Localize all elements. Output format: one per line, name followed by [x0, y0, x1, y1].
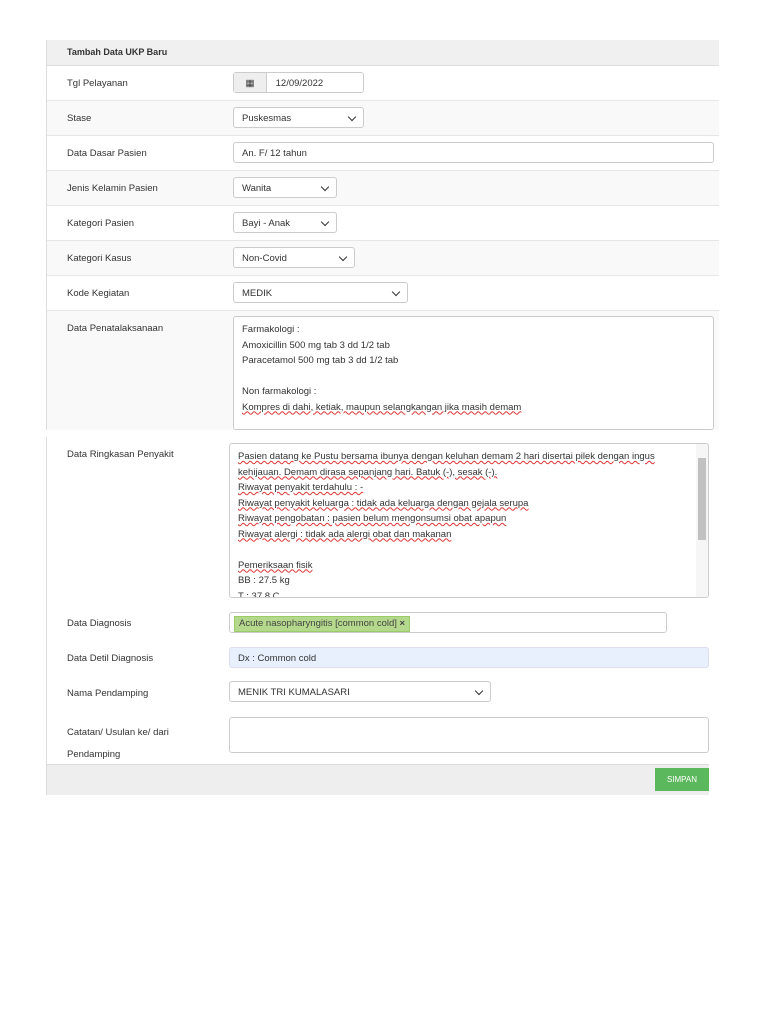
catatan-textarea[interactable] — [229, 717, 709, 753]
kode-kegiatan-select[interactable]: MEDIK — [233, 282, 408, 303]
simpan-button[interactable]: SIMPAN — [655, 768, 709, 791]
data-dasar-input[interactable]: An. F/ 12 tahun — [233, 142, 714, 163]
jenis-kelamin-select[interactable]: Wanita — [233, 177, 337, 198]
text-line: Non farmakologi : — [242, 386, 317, 397]
label: Kategori Kasus — [67, 253, 132, 264]
row-dasar: Data Dasar Pasien An. F/ 12 tahun — [47, 136, 719, 171]
date-input[interactable]: ▦ 12/09/2022 — [233, 72, 364, 93]
text-line: Paracetamol 500 mg tab 3 dd 1/2 tab — [242, 355, 399, 366]
text-line: Riwayat penyakit keluarga : tidak ada ke… — [238, 497, 529, 509]
text-line: Pemeriksaan fisik — [238, 559, 313, 571]
pendamping-select[interactable]: MENIK TRI KUMALASARI — [229, 681, 491, 702]
text-line: Farmakologi : — [242, 324, 300, 335]
row-kode: Kode Kegiatan MEDIK — [47, 276, 719, 311]
label: Tgl Pelayanan — [67, 78, 128, 89]
row-tgl: Tgl Pelayanan ▦ 12/09/2022 — [47, 66, 719, 101]
form-title: Tambah Data UKP Baru — [47, 40, 719, 66]
label: Catatan/ Usulan ke/ dari Pendamping — [67, 722, 169, 766]
row-kasus: Kategori Kasus Non-Covid — [47, 241, 719, 276]
text-line: Amoxicillin 500 mg tab 3 dd 1/2 tab — [242, 339, 390, 351]
text-line: Riwayat penyakit terdahulu : - — [238, 482, 364, 493]
calendar-icon[interactable]: ▦ — [234, 73, 267, 92]
text-line: Riwayat pengobatan : pasien belum mengon… — [238, 513, 507, 524]
label: Data Diagnosis — [67, 618, 132, 629]
text-line: Riwayat alergi : tidak ada alergi obat d… — [238, 528, 452, 540]
text-line: kehijauan. Demam dirasa sepanjang hari. … — [238, 466, 498, 478]
label: Data Penatalaksanaan — [67, 323, 164, 334]
label: Jenis Kelamin Pasien — [67, 183, 158, 194]
label: Kode Kegiatan — [67, 288, 130, 299]
kategori-pasien-select[interactable]: Bayi - Anak — [233, 212, 337, 233]
label: Stase — [67, 113, 92, 124]
row-jk: Jenis Kelamin Pasien Wanita — [47, 171, 719, 206]
label-line: Catatan/ Usulan ke/ dari — [67, 727, 169, 738]
label: Data Detil Diagnosis — [67, 653, 154, 664]
date-value: 12/09/2022 — [275, 78, 324, 89]
remove-tag-icon[interactable]: × — [400, 618, 406, 629]
tag-label: Acute nasopharyngitis [common cold] — [239, 618, 397, 629]
text-line: Kompres di dahi, ketiak, maupun selangka… — [242, 401, 522, 413]
text-line: BB : 27.5 kg — [238, 575, 290, 586]
scrollbar-thumb[interactable] — [698, 458, 706, 540]
stase-select[interactable]: Puskesmas — [233, 107, 364, 128]
row-kategori: Kategori Pasien Bayi - Anak — [47, 206, 719, 241]
detil-diagnosis-input[interactable]: Dx : Common cold — [229, 647, 709, 668]
label: Kategori Pasien — [67, 218, 135, 229]
form-panel-bottom: Data Ringkasan Penyakit Pasien datang ke… — [46, 437, 709, 795]
label: Nama Pendamping — [67, 688, 149, 699]
kategori-kasus-select[interactable]: Non-Covid — [233, 247, 355, 268]
row-penata: Data Penatalaksanaan Farmakologi : Amoxi… — [47, 311, 719, 430]
label: Data Dasar Pasien — [67, 148, 147, 159]
ringkasan-textarea[interactable]: Pasien datang ke Pustu bersama ibunya de… — [229, 443, 709, 598]
text-line: T : 37.8 C — [238, 590, 280, 598]
form-footer: SIMPAN — [47, 764, 709, 795]
text-line: Pasien datang ke Pustu bersama ibunya de… — [238, 451, 655, 462]
row-stase: Stase Puskesmas — [47, 101, 719, 136]
scrollbar[interactable] — [696, 444, 708, 597]
penatalaksanaan-textarea[interactable]: Farmakologi : Amoxicillin 500 mg tab 3 d… — [233, 316, 714, 430]
diagnosis-input[interactable]: Acute nasopharyngitis [common cold] × — [229, 612, 667, 633]
form-panel-top: Tambah Data UKP Baru Tgl Pelayanan ▦ 12/… — [46, 40, 719, 430]
label: Data Ringkasan Penyakit — [67, 449, 174, 460]
diagnosis-tag: Acute nasopharyngitis [common cold] × — [234, 616, 411, 632]
label-line: Pendamping — [67, 749, 121, 760]
